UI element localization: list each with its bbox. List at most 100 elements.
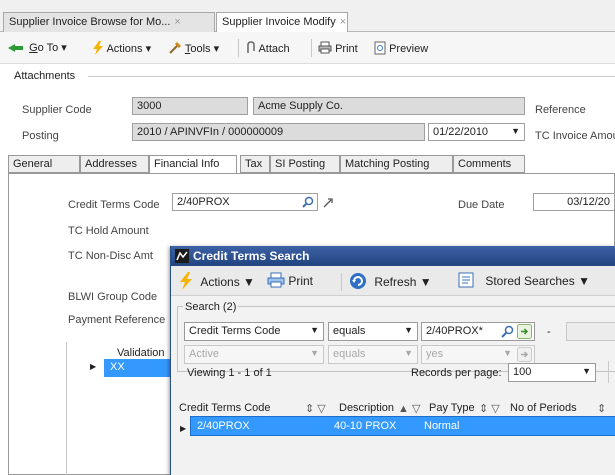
validation-row[interactable]: XX bbox=[104, 359, 170, 377]
sort-asc-filter-icon[interactable]: ▲ ▽ bbox=[398, 402, 420, 415]
search-field-2-select[interactable]: Active ▼ bbox=[184, 345, 324, 364]
preview-icon bbox=[374, 41, 386, 55]
dialog-actions-label: Actions bbox=[200, 275, 240, 289]
tab-general[interactable]: General bbox=[8, 155, 80, 173]
refresh-icon bbox=[350, 273, 366, 289]
column-header-no-of-periods[interactable]: No of Periods bbox=[510, 402, 577, 414]
posting-date-value: 01/22/2010 bbox=[433, 126, 489, 138]
goto-label: o To bbox=[37, 42, 59, 54]
goto-button[interactable]: Go To ▾ bbox=[6, 41, 67, 54]
dropdown-arrow-icon: ▼ bbox=[310, 348, 319, 358]
column-label: No of Periods bbox=[510, 402, 577, 414]
refresh-button[interactable]: Refresh ▼ bbox=[349, 272, 432, 290]
search-value-2-select[interactable]: yes ▼ bbox=[421, 345, 535, 364]
tools-label: ools bbox=[190, 43, 211, 55]
posting-date-field[interactable]: 01/22/2010 ▼ bbox=[428, 123, 525, 141]
results-grid-header: Credit Terms Code ⇕ ▽ Description ▲ ▽ Pa… bbox=[177, 395, 615, 415]
row-pointer-icon: ▶ bbox=[90, 362, 97, 371]
posting-label: Posting bbox=[22, 130, 59, 142]
tools-button[interactable]: Tools ▾ bbox=[168, 41, 219, 55]
close-icon[interactable]: × bbox=[174, 16, 180, 28]
stored-searches-label: Stored Searches bbox=[485, 274, 575, 288]
records-per-page-label: Records per page: bbox=[411, 367, 502, 379]
tab-matching-posting[interactable]: Matching Posting bbox=[340, 155, 453, 173]
main-toolbar: Go To ▾ Actions ▾ Tools ▾ Attach Print P… bbox=[0, 32, 615, 64]
stored-searches-button[interactable]: Stored Searches ▼ bbox=[458, 272, 590, 288]
tab-addresses[interactable]: Addresses bbox=[80, 155, 149, 173]
go-arrow-icon[interactable] bbox=[517, 324, 532, 339]
column-header-pay-type[interactable]: Pay Type bbox=[429, 402, 475, 414]
tab-comments[interactable]: Comments bbox=[453, 155, 525, 173]
dropdown-arrow-icon: ▼ bbox=[503, 348, 512, 358]
search-field-2-value: Active bbox=[189, 348, 219, 360]
search-operator-2-select[interactable]: equals ▼ bbox=[328, 345, 418, 364]
supplier-code-label: Supplier Code bbox=[22, 104, 92, 116]
dialog-actions-button[interactable]: Actions ▼ bbox=[179, 272, 255, 290]
lightning-icon bbox=[93, 41, 103, 55]
attachments-divider bbox=[88, 76, 615, 77]
credit-terms-code-label: Credit Terms Code bbox=[68, 199, 160, 211]
search-value-input[interactable]: 2/40PROX* bbox=[421, 322, 535, 341]
credit-terms-code-field[interactable]: 2/40PROX bbox=[172, 193, 318, 211]
search-operator-select[interactable]: equals ▼ bbox=[328, 322, 418, 341]
drilldown-link-icon[interactable] bbox=[322, 195, 334, 209]
tab-financial-info[interactable]: Financial Info bbox=[149, 155, 237, 174]
dialog-toolbar: Actions ▼ Print Refresh ▼ Stored Searche… bbox=[171, 266, 615, 296]
toolbar-divider bbox=[341, 273, 342, 291]
search-operator-value: equals bbox=[333, 325, 366, 337]
print-label: Print bbox=[335, 43, 358, 55]
tab-supplier-invoice-browse[interactable]: Supplier Invoice Browse for Mo... × bbox=[3, 12, 215, 32]
range-dash: - bbox=[547, 326, 551, 338]
payment-reference-label: Payment Reference bbox=[68, 314, 166, 326]
goto-arrow-icon bbox=[8, 44, 23, 52]
column-header-description[interactable]: Description bbox=[339, 402, 394, 414]
toolbar-divider bbox=[238, 39, 239, 57]
tab-supplier-invoice-modify[interactable]: Supplier Invoice Modify × bbox=[216, 12, 348, 32]
posting-field: 2010 / APINVFIn / 000000009 bbox=[132, 123, 425, 141]
table-row[interactable]: 2/40PROX 40-10 PROX Normal bbox=[190, 416, 615, 436]
attach-button[interactable]: Attach bbox=[244, 41, 290, 55]
printer-icon bbox=[318, 41, 332, 54]
refresh-label: Refresh bbox=[374, 275, 417, 289]
sort-filter-icon[interactable]: ⇕ ▽ bbox=[305, 402, 326, 415]
cell-description: 40-10 PROX bbox=[334, 420, 397, 432]
sort-filter-icon[interactable]: ⇕ ▽ bbox=[479, 402, 500, 415]
toolbar-divider bbox=[311, 39, 312, 57]
go-arrow-icon[interactable] bbox=[517, 347, 532, 362]
search-value-2: yes bbox=[426, 348, 444, 360]
range-to-field[interactable] bbox=[566, 322, 615, 341]
sort-filter-icon[interactable]: ⇕ bbox=[597, 402, 606, 415]
lookup-search-icon[interactable] bbox=[302, 196, 314, 208]
tab-label: Supplier Invoice Browse for Mo... bbox=[9, 16, 171, 28]
column-label: Pay Type bbox=[429, 402, 475, 414]
tc-non-disc-amt-label: TC Non-Disc Amt bbox=[68, 250, 153, 262]
preview-button[interactable]: Preview bbox=[374, 41, 428, 55]
tc-invoice-amount-label: TC Invoice Amou bbox=[535, 130, 615, 142]
dialog-print-label: Print bbox=[288, 274, 314, 288]
paperclip-icon bbox=[247, 41, 255, 53]
dropdown-arrow-icon: ▼ bbox=[582, 366, 591, 376]
blwi-group-code-label: BLWI Group Code bbox=[68, 291, 158, 303]
search-field-select[interactable]: Credit Terms Code ▼ bbox=[184, 322, 324, 341]
due-date-field[interactable]: 03/12/20 bbox=[533, 193, 615, 211]
search-icon[interactable] bbox=[501, 325, 514, 338]
tab-si-posting[interactable]: SI Posting bbox=[270, 155, 340, 173]
close-icon[interactable]: × bbox=[340, 16, 346, 28]
column-header-credit-terms-code[interactable]: Credit Terms Code bbox=[179, 402, 271, 414]
preview-label: Preview bbox=[389, 43, 429, 55]
records-per-page-select[interactable]: 100 ▼ bbox=[508, 363, 596, 382]
due-date-label: Due Date bbox=[458, 199, 505, 211]
print-button[interactable]: Print bbox=[318, 41, 358, 55]
dropdown-arrow-icon[interactable]: ▼ bbox=[511, 126, 520, 136]
dialog-print-button[interactable]: Print bbox=[267, 272, 313, 288]
tab-label: Supplier Invoice Modify bbox=[222, 16, 336, 28]
row-pointer-icon: ▶ bbox=[180, 424, 187, 433]
printer-icon bbox=[267, 272, 285, 288]
validation-column-header: Validation bbox=[117, 347, 165, 359]
stored-searches-icon bbox=[458, 272, 474, 288]
actions-button[interactable]: Actions ▾ bbox=[92, 41, 151, 55]
supplier-code-field[interactable]: 3000 bbox=[132, 97, 248, 115]
dialog-title-bar: Credit Terms Search bbox=[171, 246, 615, 266]
app-logo-icon bbox=[175, 249, 189, 263]
tab-tax[interactable]: Tax bbox=[240, 155, 270, 173]
